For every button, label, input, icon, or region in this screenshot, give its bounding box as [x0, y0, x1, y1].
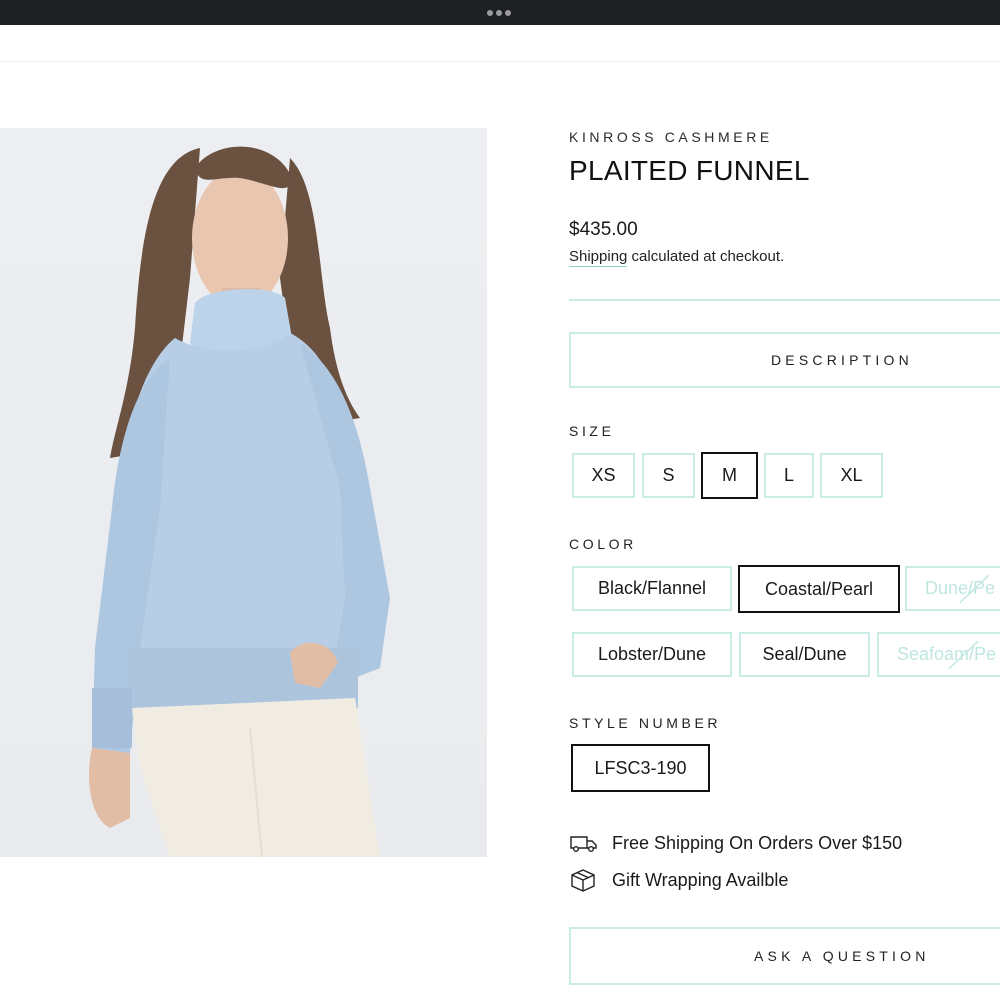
color-option-black-flannel[interactable]: Black/Flannel [572, 566, 732, 611]
divider [569, 299, 1000, 301]
ask-question-button[interactable]: ASK A QUESTION [569, 927, 1000, 985]
description-label: DESCRIPTION [771, 352, 913, 368]
size-option-xs[interactable]: XS [572, 453, 635, 498]
shipping-link[interactable]: Shipping [569, 248, 628, 267]
color-option-coastal-pearl[interactable]: Coastal/Pearl [738, 565, 900, 613]
color-option-seafoam-pearl[interactable]: Seafoam/Pe [877, 632, 1000, 677]
ask-question-label: ASK A QUESTION [754, 948, 930, 964]
feature-text: Free Shipping On Orders Over $150 [612, 832, 903, 853]
shipping-note: Shipping calculated at checkout. [569, 248, 785, 267]
feature-text: Gift Wrapping Availble [612, 869, 789, 890]
color-label: COLOR [569, 536, 637, 552]
color-option-lobster-dune[interactable]: Lobster/Dune [572, 632, 732, 677]
size-option-xl[interactable]: XL [820, 453, 883, 498]
style-number-label: STYLE NUMBER [569, 715, 722, 731]
product-title: PLAITED FUNNEL [569, 155, 810, 186]
truck-icon [570, 831, 600, 855]
site-header [0, 25, 1000, 62]
color-option-label: Seafoam/Pe [897, 644, 997, 664]
description-button[interactable]: DESCRIPTION [569, 332, 1000, 388]
size-option-s[interactable]: S [642, 453, 695, 498]
color-option-dune-pearl[interactable]: Dune/Pe [905, 566, 1000, 611]
product-vendor: KINROSS CASHMERE [569, 129, 773, 145]
gift-box-icon [570, 868, 600, 892]
more-options-icon[interactable] [487, 10, 511, 16]
size-label: SIZE [569, 423, 615, 439]
size-option-l[interactable]: L [764, 453, 814, 498]
product-image[interactable] [0, 128, 487, 857]
style-number-option[interactable]: LFSC3-190 [571, 744, 710, 792]
product-price: $435.00 [569, 219, 638, 240]
feature-free-shipping: Free Shipping On Orders Over $150 [570, 831, 902, 855]
color-option-seal-dune[interactable]: Seal/Dune [739, 632, 870, 677]
color-option-label: Dune/Pe [925, 578, 996, 598]
size-option-m[interactable]: M [701, 452, 758, 499]
shipping-note-text: calculated at checkout. [627, 248, 785, 265]
feature-gift-wrapping: Gift Wrapping Availble [570, 868, 788, 892]
browser-top-bar [0, 0, 1000, 25]
